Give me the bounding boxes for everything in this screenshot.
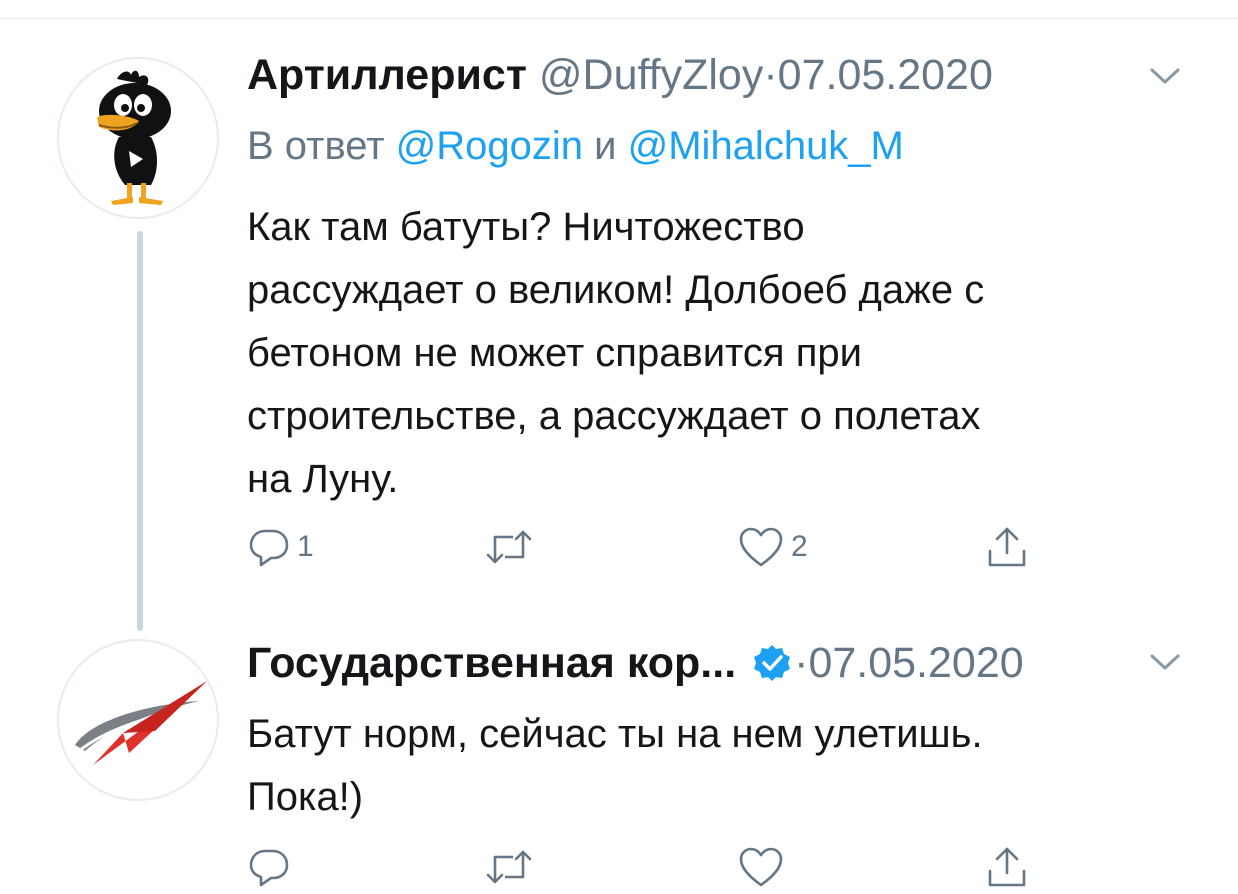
tweet-text: Как там батуты? Ничтожество рассуждает о… [247, 196, 1207, 511]
separator-dot: · [763, 51, 778, 99]
like-button[interactable] [737, 842, 791, 892]
separator-dot: · [794, 639, 809, 687]
verified-badge-icon [754, 645, 791, 681]
retweet-button[interactable] [483, 842, 541, 892]
reply-joiner: и [594, 124, 617, 168]
chevron-down-icon[interactable] [1148, 652, 1182, 672]
author-handle[interactable]: @DuffyZloy [539, 51, 763, 99]
mention-mihalchuk[interactable]: @Mihalchuk_M [628, 124, 904, 168]
reply-button[interactable] [247, 842, 297, 892]
tweet-text-line: бетоном не может справится при [247, 331, 862, 375]
retweet-icon [486, 850, 532, 884]
daffy-duck-avatar-icon [97, 70, 171, 205]
tweet-header: Артиллерист @DuffyZloy·07.05.2020 [247, 50, 993, 100]
reply-icon [249, 529, 289, 567]
chevron-down-icon[interactable] [1148, 66, 1182, 86]
reply-context: В ответ @Rogozin и @Mihalchuk_M [247, 120, 904, 172]
avatar[interactable] [57, 57, 219, 219]
tweet-text-line: Пока!) [247, 775, 364, 819]
tweet-header: Государственная кор... ·07.05.2020 [247, 638, 1024, 688]
tweet-text-line: Как там батуты? Ничтожество [247, 205, 805, 249]
heart-icon [739, 527, 783, 567]
thread-line [137, 231, 143, 631]
heart-icon [739, 847, 783, 887]
like-button[interactable]: 2 [737, 522, 808, 572]
roscosmos-logo-avatar-icon [75, 681, 207, 765]
tweet-text-line: строительстве, а рассуждает о полетах [247, 394, 981, 438]
tweet[interactable]: Артиллерист @DuffyZloy·07.05.2020 В отве… [0, 0, 1238, 631]
tweet-date[interactable]: 07.05.2020 [778, 51, 993, 99]
share-button[interactable] [985, 842, 1029, 892]
share-button[interactable] [985, 522, 1029, 572]
share-icon [988, 527, 1026, 567]
author-name[interactable]: Артиллерист [247, 51, 527, 99]
tweet-text-line: рассуждает о великом! Долбоеб даже с [247, 268, 985, 312]
tweet-text: Батут норм, сейчас ты на нем улетишь. По… [247, 703, 1207, 829]
avatar[interactable] [57, 639, 219, 801]
tweet-actions [247, 842, 1047, 892]
reply-button[interactable]: 1 [247, 522, 314, 572]
retweet-button[interactable] [483, 522, 541, 572]
retweet-icon [486, 530, 532, 564]
tweet[interactable]: Государственная кор... ·07.05.2020 Батут… [0, 620, 1238, 894]
author-name[interactable]: Государственная кор... [247, 639, 736, 687]
reply-count: 1 [297, 530, 314, 563]
reply-icon [249, 849, 289, 887]
tweet-actions: 1 2 [247, 522, 1047, 572]
tweet-text-line: Батут норм, сейчас ты на нем улетишь. [247, 712, 983, 756]
mention-rogozin[interactable]: @Rogozin [396, 124, 583, 168]
share-icon [988, 847, 1026, 887]
tweet-date[interactable]: 07.05.2020 [808, 639, 1023, 687]
like-count: 2 [791, 530, 808, 563]
tweet-text-line: на Луну. [247, 457, 399, 501]
reply-prefix: В ответ [247, 124, 385, 168]
